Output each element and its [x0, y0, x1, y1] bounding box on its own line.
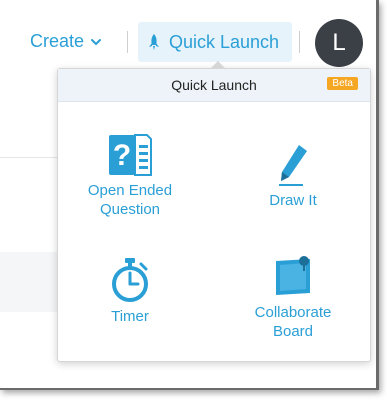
open-ended-question-label-line2: Question — [99, 201, 161, 218]
draw-it-tile[interactable]: Draw It — [248, 143, 338, 210]
timer-label: Timer — [111, 308, 149, 325]
timer-tile[interactable]: Timer — [90, 257, 170, 326]
pencil-icon — [279, 145, 307, 186]
chevron-down-icon — [91, 38, 102, 45]
collaborate-board-tile[interactable]: Collaborate Board — [238, 253, 348, 341]
quick-launch-button[interactable]: Quick Launch — [138, 22, 292, 62]
app-window: Create Quick Launch L Quick Launch Beta — [0, 0, 379, 390]
svg-text:?: ? — [113, 139, 131, 172]
toolbar-divider — [127, 31, 128, 53]
avatar-initial: L — [332, 29, 346, 56]
board-pin-icon — [276, 256, 310, 295]
quick-launch-popup: Quick Launch Beta ? Open Ended Question — [57, 61, 371, 362]
quick-launch-label: Quick Launch — [169, 31, 280, 52]
create-label: Create — [30, 31, 85, 51]
top-bar: Create Quick Launch L — [0, 0, 376, 67]
beta-badge: Beta — [327, 77, 358, 90]
stopwatch-icon — [112, 258, 148, 302]
background-divider — [0, 157, 60, 158]
open-ended-question-label-line1: Open Ended — [87, 182, 173, 199]
collaborate-board-label-line1: Collaborate — [254, 304, 332, 321]
user-avatar[interactable]: L — [315, 19, 363, 67]
question-document-icon: ? — [109, 134, 152, 176]
open-ended-question-tile[interactable]: ? Open Ended Question — [80, 133, 180, 219]
collaborate-board-label-line2: Board — [272, 323, 314, 340]
popup-header: Quick Launch Beta — [58, 69, 370, 102]
background-block — [0, 252, 58, 312]
popup-title: Quick Launch — [171, 77, 257, 93]
toolbar-divider — [299, 31, 300, 53]
draw-it-label: Draw It — [269, 192, 317, 209]
rocket-icon — [149, 34, 159, 50]
create-menu-button[interactable]: Create — [30, 31, 102, 52]
